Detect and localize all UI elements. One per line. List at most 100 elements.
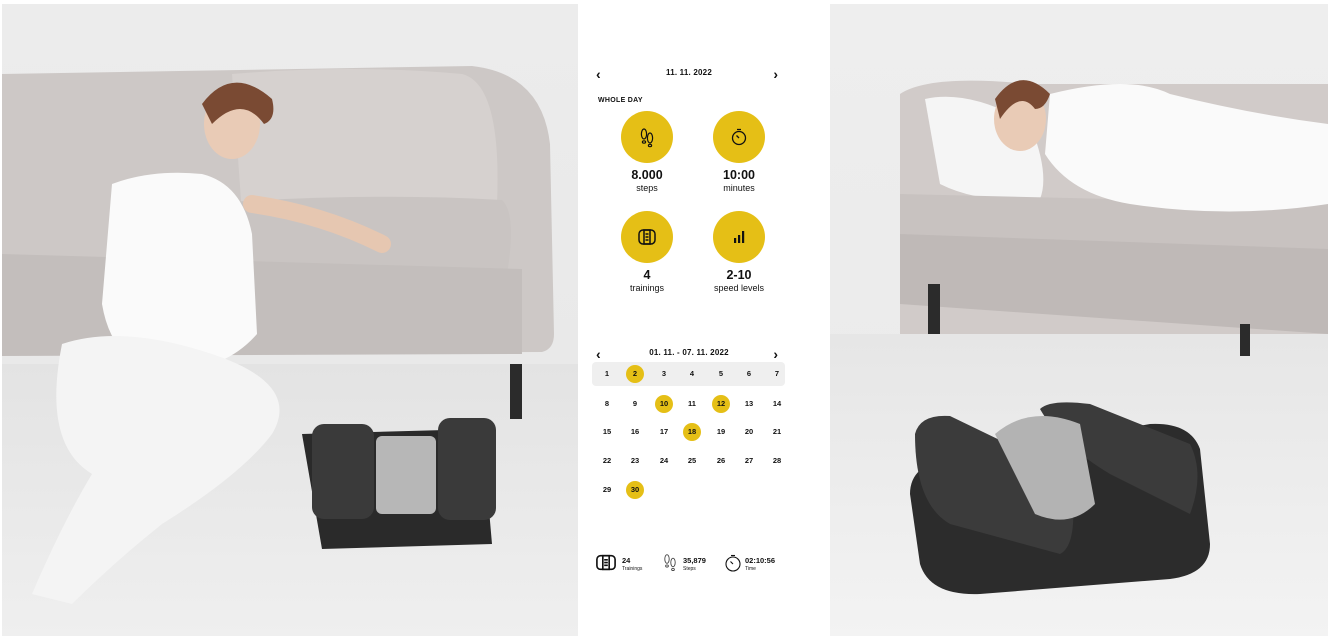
calendar-day-number: 17 [659, 427, 669, 436]
calendar-day[interactable]: 22 [597, 449, 617, 473]
speed-bars-icon [713, 211, 765, 263]
calendar-day[interactable]: 4 [682, 362, 702, 386]
calendar-day[interactable]: 26 [711, 449, 731, 473]
summary-time-value: 02:10:56 [745, 556, 776, 565]
calendar-day[interactable]: 15 [597, 420, 617, 444]
calendar-day[interactable]: 19 [711, 420, 731, 444]
stat-unit: minutes [723, 183, 755, 193]
calendar-day[interactable]: 24 [654, 449, 674, 473]
summary-time-label: Time [745, 566, 756, 572]
calendar-day[interactable]: 17 [654, 420, 674, 444]
calendar-day-number: 29 [602, 485, 612, 494]
calendar-day[interactable]: 14 [767, 392, 787, 416]
stat-trainings: 4 trainings [597, 211, 697, 294]
calendar-day-number: 30 [630, 485, 640, 494]
calendar-day-number: 18 [687, 427, 697, 436]
calendar-day[interactable]: 8 [597, 392, 617, 416]
calendar-day-active[interactable]: 12 [711, 392, 731, 416]
calendar-week-row: 1 2 3 4 5 6 7 [592, 362, 785, 386]
calendar-day[interactable]: 16 [625, 420, 645, 444]
calendar-day-number: 14 [772, 399, 782, 408]
stat-minutes: 10:00 minutes [689, 111, 789, 194]
calendar-day[interactable]: 3 [654, 362, 674, 386]
calendar-day[interactable]: 7 [767, 362, 787, 386]
calendar-day[interactable]: 28 [767, 449, 787, 473]
calendar-day-number: 19 [716, 427, 726, 436]
stat-value: 8.000 [631, 168, 663, 182]
calendar-day-number: 21 [772, 427, 782, 436]
next-day-button[interactable]: › [773, 65, 778, 83]
calendar-day[interactable]: 20 [739, 420, 759, 444]
calendar-day-number: 11 [688, 399, 696, 408]
selected-week-range: 01. 11. - 07. 11. 2022 [649, 348, 729, 357]
stat-steps: 8.000 steps [597, 111, 697, 194]
calendar-day-active[interactable]: 2 [625, 362, 645, 386]
calendar-day[interactable]: 25 [682, 449, 702, 473]
calendar-day[interactable]: 1 [597, 362, 617, 386]
calendar-day[interactable]: 13 [739, 392, 759, 416]
calendar-day-number: 27 [744, 456, 754, 465]
calendar-week-row: 8 9 10 11 12 13 14 [592, 392, 785, 416]
calendar-week-row: 15 16 17 18 19 20 21 [592, 420, 785, 444]
summary-trainings-value: 24 [622, 556, 631, 565]
timer-icon [723, 553, 743, 578]
stat-unit: steps [636, 183, 658, 193]
calendar-day-number: 6 [746, 369, 752, 378]
calendar-day-number: 5 [718, 369, 724, 378]
calendar-day[interactable]: 5 [711, 362, 731, 386]
calendar-day-number: 20 [744, 427, 754, 436]
footprints-icon [621, 111, 673, 163]
weekly-summary: 24 Trainings 35,879 Steps 02:10:56 Time [583, 549, 795, 579]
calendar-day[interactable]: 9 [625, 392, 645, 416]
next-week-button[interactable]: › [773, 345, 778, 363]
summary-steps: 35,879 Steps [663, 551, 723, 577]
day-card-header: ‹ 11. 11. 2022 › [583, 65, 795, 83]
calendar-day[interactable]: 6 [739, 362, 759, 386]
calendar-day-number: 25 [687, 456, 697, 465]
calendar-day-active[interactable]: 18 [682, 420, 702, 444]
calendar-day[interactable]: 27 [739, 449, 759, 473]
summary-steps-label: Steps [683, 566, 696, 572]
calendar-day[interactable]: 21 [767, 420, 787, 444]
calendar-week-row: 29 30 [592, 478, 785, 502]
calendar-day[interactable]: 23 [625, 449, 645, 473]
photo-woman-lying-on-sofa [830, 4, 1328, 636]
calendar-day-number: 1 [604, 369, 610, 378]
photo-woman-sitting-by-sofa [2, 4, 578, 636]
calendar-day-number: 16 [630, 427, 640, 436]
summary-trainings: 24 Trainings [595, 551, 655, 577]
calendar-day-number: 2 [632, 369, 638, 378]
selected-date: 11. 11. 2022 [665, 68, 712, 77]
stat-value: 4 [643, 268, 651, 282]
calendar-day-number: 4 [689, 369, 695, 378]
summary-steps-value: 35,879 [683, 556, 706, 565]
calendar-day-active[interactable]: 10 [654, 392, 674, 416]
footprints-icon [663, 553, 677, 578]
daily-summary-card: ‹ 11. 11. 2022 › WHOLE DAY 8.000 steps 1… [583, 51, 795, 318]
stat-value: 10:00 [723, 168, 755, 182]
calendar-day[interactable]: 29 [597, 478, 617, 502]
week-card-header: ‹ 01. 11. - 07. 11. 2022 › [583, 345, 795, 363]
timer-icon [713, 111, 765, 163]
stepper-device-icon [621, 211, 673, 263]
calendar-day[interactable]: 11 [682, 392, 702, 416]
calendar-day-number: 24 [659, 456, 669, 465]
calendar-day-number: 28 [772, 456, 782, 465]
stat-speed-levels: 2-10 speed levels [689, 211, 789, 294]
summary-trainings-label: Trainings [622, 566, 643, 572]
calendar-week-row: 22 23 24 25 26 27 28 [592, 449, 785, 473]
calendar-day-number: 9 [632, 399, 638, 408]
stat-unit: trainings [629, 283, 665, 293]
sofa-scene-illustration [900, 80, 1328, 595]
calendar-day-number: 10 [659, 399, 669, 408]
summary-time: 02:10:56 Time [723, 551, 789, 577]
stat-unit: speed levels [713, 283, 765, 293]
weekly-calendar-card: ‹ 01. 11. - 07. 11. 2022 › 1 2 3 4 5 6 7 8 9 10 11… [583, 331, 795, 596]
calendar-day-active[interactable]: 30 [625, 478, 645, 502]
stat-value: 2-10 [726, 268, 752, 282]
calendar-day-number: 26 [716, 456, 726, 465]
stepper-device-icon [595, 553, 617, 578]
sofa-scene-illustration [2, 66, 554, 604]
calendar-day-number: 7 [774, 369, 780, 378]
calendar-day-number: 12 [716, 399, 726, 408]
